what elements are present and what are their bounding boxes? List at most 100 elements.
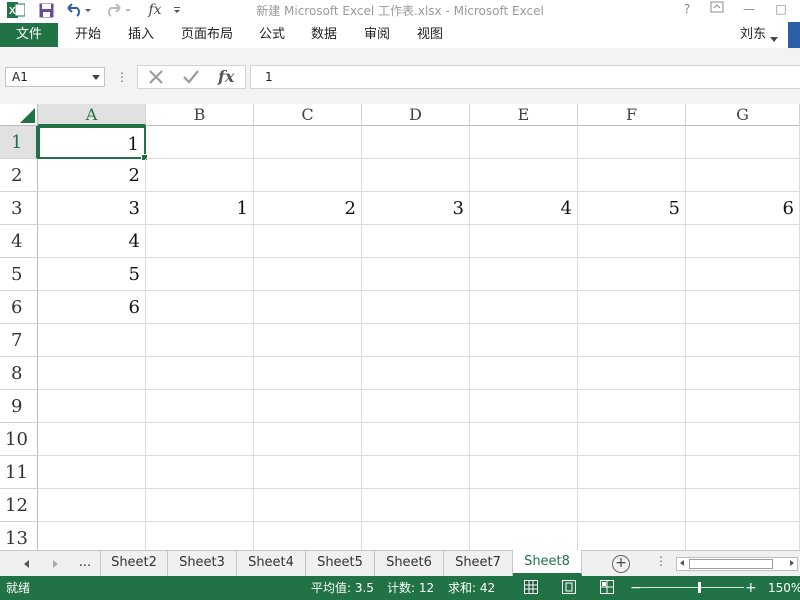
cell-a8[interactable] [38, 357, 146, 390]
row-header-1[interactable]: 1 [0, 126, 38, 159]
cell-a13[interactable] [38, 522, 146, 550]
cell-a12[interactable] [38, 489, 146, 522]
zoom-slider-thumb[interactable] [698, 582, 701, 593]
cell-a5[interactable]: 5 [38, 258, 146, 291]
column-header-d[interactable]: D [362, 104, 470, 126]
cell-e6[interactable] [470, 291, 578, 324]
cell-a7[interactable] [38, 324, 146, 357]
cell-c11[interactable] [254, 456, 362, 489]
cell-b3[interactable]: 1 [146, 192, 254, 225]
cell-f8[interactable] [578, 357, 686, 390]
cell-d4[interactable] [362, 225, 470, 258]
cell-c6[interactable] [254, 291, 362, 324]
tab-file[interactable]: 文件 [0, 23, 58, 47]
sheet-tab-sheet3[interactable]: Sheet3 [168, 551, 237, 576]
status-sum[interactable]: 求和: 42 [448, 576, 495, 600]
zoom-in-button[interactable]: + [745, 576, 757, 600]
next-sheet-icon[interactable] [46, 555, 64, 573]
zoom-out-button[interactable]: − [630, 576, 642, 600]
cell-e5[interactable] [470, 258, 578, 291]
cell-f9[interactable] [578, 390, 686, 423]
tab-split-handle[interactable]: ⋮ [655, 554, 667, 568]
cell-e3[interactable]: 4 [470, 192, 578, 225]
cancel-icon[interactable] [148, 69, 164, 88]
cell-b2[interactable] [146, 159, 254, 192]
row-header-12[interactable]: 12 [0, 489, 38, 522]
previous-sheet-icon[interactable] [18, 555, 36, 573]
row-header-11[interactable]: 11 [0, 456, 38, 489]
user-menu-chevron-icon[interactable] [770, 32, 778, 46]
row-header-2[interactable]: 2 [0, 159, 38, 192]
cell-e2[interactable] [470, 159, 578, 192]
maximize-button[interactable]: □ [770, 1, 792, 18]
cell-g10[interactable] [686, 423, 800, 456]
cell-f7[interactable] [578, 324, 686, 357]
row-header-7[interactable]: 7 [0, 324, 38, 357]
cell-c5[interactable] [254, 258, 362, 291]
sheet-tab-sheet4[interactable]: Sheet4 [237, 551, 306, 576]
cell-g2[interactable] [686, 159, 800, 192]
normal-view-icon[interactable] [524, 580, 538, 594]
cell-a4[interactable]: 4 [38, 225, 146, 258]
cell-c13[interactable] [254, 522, 362, 550]
cell-e10[interactable] [470, 423, 578, 456]
cell-a10[interactable] [38, 423, 146, 456]
cell-b11[interactable] [146, 456, 254, 489]
cell-g12[interactable] [686, 489, 800, 522]
cell-b9[interactable] [146, 390, 254, 423]
cell-c12[interactable] [254, 489, 362, 522]
row-header-3[interactable]: 3 [0, 192, 38, 225]
ribbon-display-options-icon[interactable] [706, 1, 728, 18]
tab-view[interactable]: 视图 [417, 23, 443, 47]
cell-e12[interactable] [470, 489, 578, 522]
cell-g7[interactable] [686, 324, 800, 357]
cell-f5[interactable] [578, 258, 686, 291]
cell-c2[interactable] [254, 159, 362, 192]
cell-a9[interactable] [38, 390, 146, 423]
cell-d10[interactable] [362, 423, 470, 456]
cell-f6[interactable] [578, 291, 686, 324]
page-layout-view-icon[interactable] [562, 580, 576, 594]
enter-check-icon[interactable] [182, 69, 200, 88]
name-box[interactable]: A1 [5, 67, 105, 87]
zoom-level[interactable]: 150% [768, 576, 800, 600]
status-average[interactable]: 平均值: 3.5 [311, 576, 374, 600]
cell-b6[interactable] [146, 291, 254, 324]
cell-c4[interactable] [254, 225, 362, 258]
column-header-f[interactable]: F [578, 104, 686, 126]
cell-d11[interactable] [362, 456, 470, 489]
cell-c8[interactable] [254, 357, 362, 390]
cell-b5[interactable] [146, 258, 254, 291]
cell-d5[interactable] [362, 258, 470, 291]
formula-bar-resize-handle[interactable]: ⋮ [116, 67, 128, 87]
cell-e9[interactable] [470, 390, 578, 423]
sheet-tab-sheet7[interactable]: Sheet7 [444, 551, 513, 576]
avatar[interactable] [788, 22, 800, 48]
tab-page-layout[interactable]: 页面布局 [181, 23, 233, 47]
sheet-tab-sheet6[interactable]: Sheet6 [375, 551, 444, 576]
cell-a2[interactable]: 2 [38, 159, 146, 192]
scroll-left-icon[interactable] [679, 557, 685, 571]
cell-e7[interactable] [470, 324, 578, 357]
cell-g9[interactable] [686, 390, 800, 423]
row-header-8[interactable]: 8 [0, 357, 38, 390]
row-header-13[interactable]: 13 [0, 522, 38, 550]
column-header-c[interactable]: C [254, 104, 362, 126]
cell-c9[interactable] [254, 390, 362, 423]
column-header-a[interactable]: A [38, 104, 146, 126]
column-header-b[interactable]: B [146, 104, 254, 126]
cell-b4[interactable] [146, 225, 254, 258]
cell-a1[interactable]: 1 [38, 126, 148, 161]
row-header-5[interactable]: 5 [0, 258, 38, 291]
cell-e8[interactable] [470, 357, 578, 390]
cell-c3[interactable]: 2 [254, 192, 362, 225]
row-header-10[interactable]: 10 [0, 423, 38, 456]
user-name[interactable]: 刘东 [740, 23, 766, 47]
cell-g3[interactable]: 6 [686, 192, 800, 225]
horizontal-scroll-thumb[interactable] [689, 559, 773, 569]
new-sheet-button[interactable]: + [612, 555, 630, 573]
more-sheets-button[interactable]: ... [74, 553, 96, 575]
cell-d7[interactable] [362, 324, 470, 357]
cell-g6[interactable] [686, 291, 800, 324]
cell-e11[interactable] [470, 456, 578, 489]
